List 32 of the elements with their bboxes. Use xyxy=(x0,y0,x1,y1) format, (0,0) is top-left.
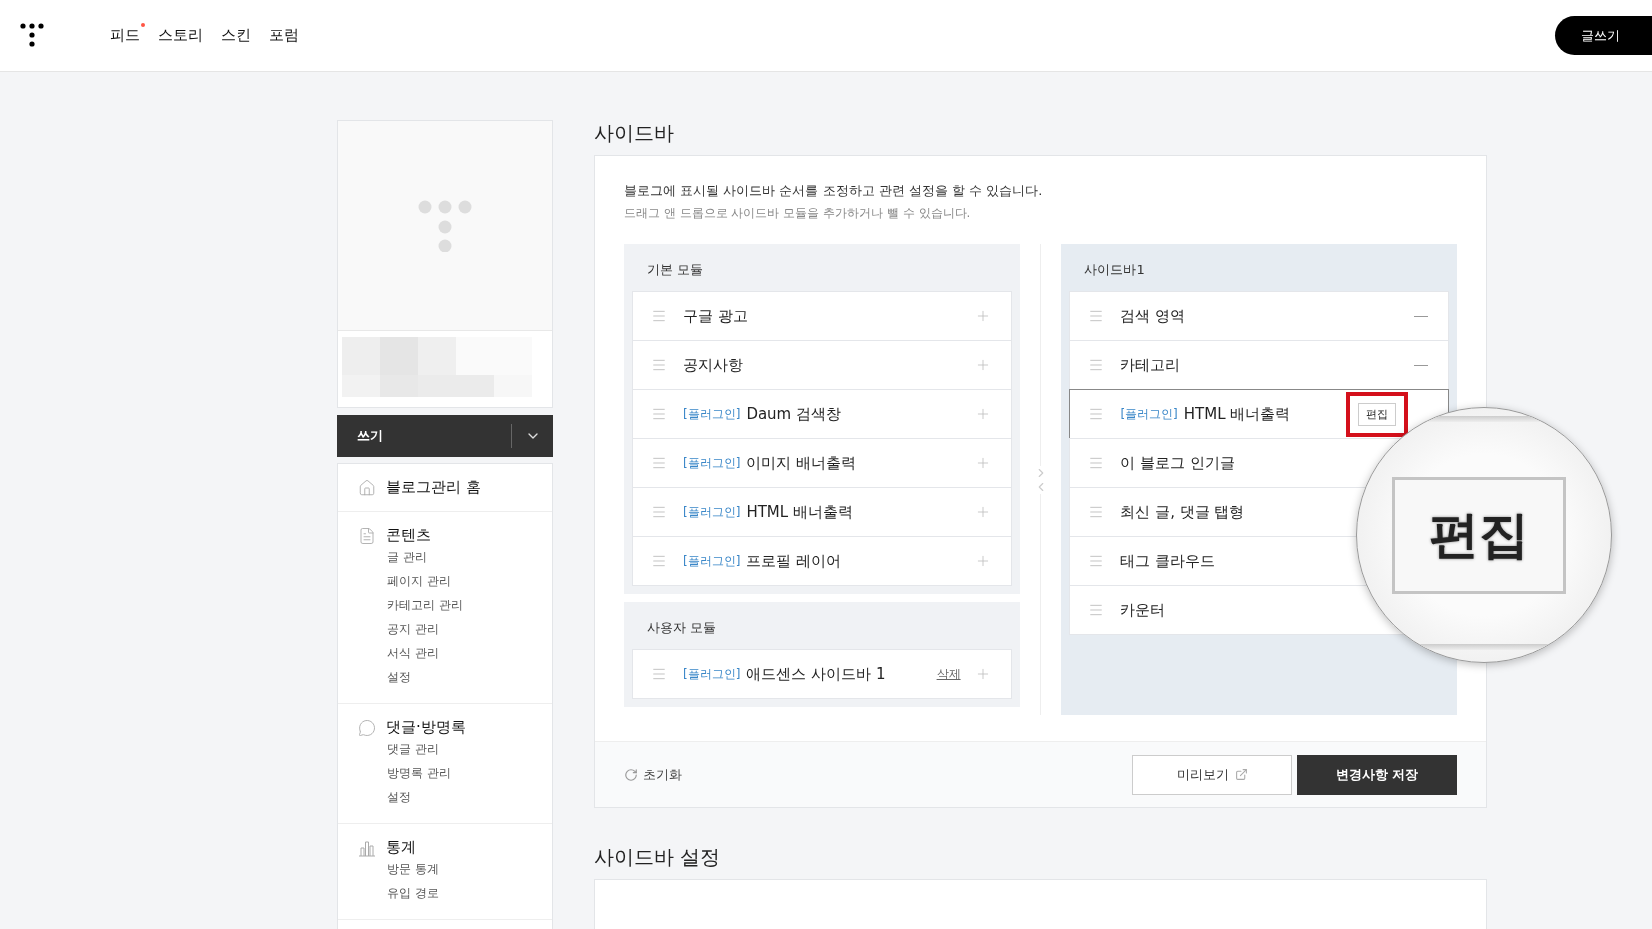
plugin-tag: [플러그인] xyxy=(683,503,741,521)
module-name: 구글 광고 xyxy=(683,306,748,326)
group-title: 기본 모듈 xyxy=(646,261,705,279)
hint-text: 드래그 앤 드롭으로 사이드바 모듈을 추가하거나 뺄 수 있습니다. xyxy=(624,205,972,222)
module-name: 이 블로그 인기글 xyxy=(1120,453,1235,473)
module-name: 공지사항 xyxy=(683,355,743,375)
module-name: 태그 클라우드 xyxy=(1120,551,1216,571)
plugin-tag: [플러그인] xyxy=(683,405,741,423)
module-name: Daum 검색창 xyxy=(746,404,841,424)
menu-heading-label: 댓글·방명록 xyxy=(386,718,466,737)
module-name: HTML 배너출력 xyxy=(1183,404,1291,424)
module-name: 검색 영역 xyxy=(1120,306,1186,326)
module-name: 애드센스 사이드바 1 xyxy=(746,664,886,684)
description: 블로그에 표시될 사이드바 순서를 조정하고 관련 설정을 할 수 있습니다. xyxy=(624,182,1044,200)
plugin-tag: [플러그인] xyxy=(1120,405,1178,423)
menu-heading-label: 블로그관리 홈 xyxy=(386,478,481,497)
column-title: 사이드바1 xyxy=(1083,261,1146,279)
module-name: 카테고리 xyxy=(1120,355,1181,375)
module-name: 이미지 배너출력 xyxy=(746,453,857,473)
menu-heading-label: 통계 xyxy=(386,838,416,857)
module-name: 최신 글, 댓글 탭형 xyxy=(1120,502,1245,522)
module-name: 프로필 레이어 xyxy=(746,551,842,571)
plugin-tag: [플러그인] xyxy=(683,454,741,472)
magnified-edit-label: 편집 xyxy=(1392,476,1566,594)
module-name: HTML 배너출력 xyxy=(746,502,853,522)
module-name: 카운터 xyxy=(1120,600,1166,620)
plugin-tag: [플러그인] xyxy=(683,552,741,570)
section-title: 사이드바 설정 xyxy=(594,844,722,866)
group-title: 사용자 모듈 xyxy=(646,619,718,637)
plugin-tag: [플러그인] xyxy=(683,665,741,683)
menu-heading-label: 콘텐츠 xyxy=(386,526,431,545)
page-title: 사이드바 xyxy=(594,120,675,142)
